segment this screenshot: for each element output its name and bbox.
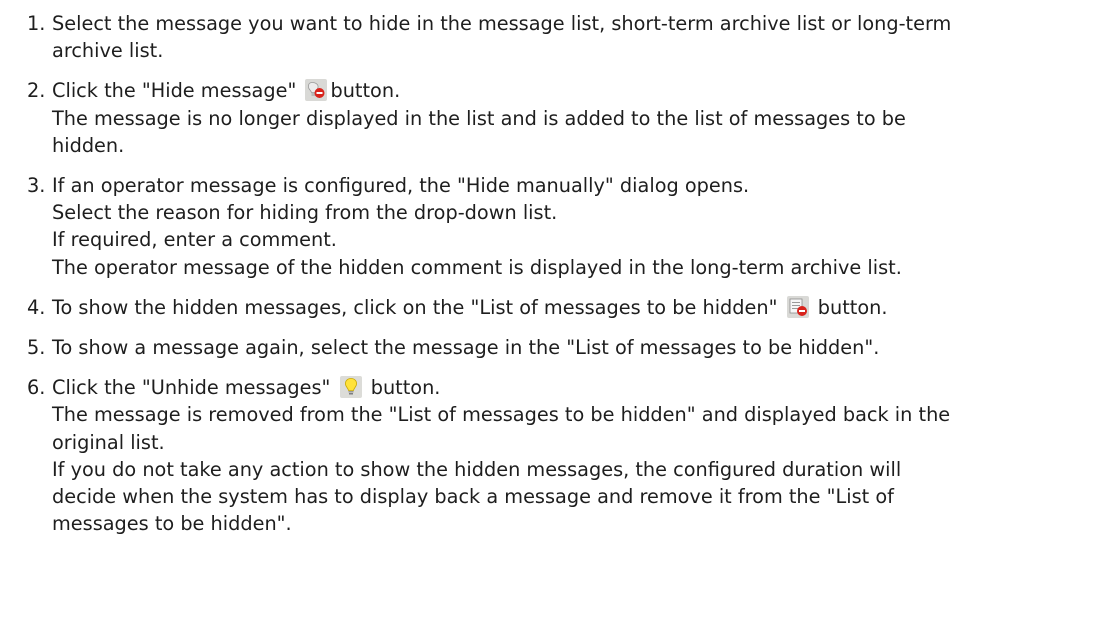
step-line: If you do not take any action to show th… (52, 457, 902, 481)
step-line: original list. (52, 430, 165, 454)
instruction-document: 1. Select the message you want to hide i… (0, 0, 1117, 537)
step-5: 5. To show a message again, select the m… (0, 334, 1117, 361)
step-number: 2. (27, 79, 46, 103)
step-6: 6. Click the "Unhide messages" button. T… (0, 374, 1117, 537)
step-line: archive list. (52, 39, 164, 63)
step-line: decide when the system has to display ba… (52, 485, 894, 509)
step-text-after-icon: button. (370, 376, 441, 400)
step-text-before-icon: Click the "Unhide messages" (52, 376, 331, 400)
step-line: Select the reason for hiding from the dr… (52, 201, 558, 225)
unhide-messages-icon (339, 376, 362, 399)
step-4: 4. To show the hidden messages, click on… (0, 294, 1117, 321)
step-text-after-icon: button. (817, 295, 888, 319)
step-line: To show the hidden messages, click on th… (52, 294, 1107, 321)
step-number: 1. (27, 12, 46, 35)
step-number: 3. (27, 174, 46, 198)
step-number: 5. (27, 336, 46, 360)
step-text: Click the "Unhide messages" button. The … (52, 374, 1117, 537)
step-number: 4. (27, 295, 46, 319)
step-line: hidden. (52, 133, 125, 157)
step-line: Click the "Unhide messages" button. (52, 374, 1107, 401)
step-line: To show a message again, select the mess… (52, 336, 880, 360)
step-text: To show the hidden messages, click on th… (52, 294, 1117, 321)
step-line: The operator message of the hidden comme… (52, 255, 902, 279)
step-line: messages to be hidden". (52, 512, 292, 536)
step-1: 1. Select the message you want to hide i… (0, 10, 1117, 64)
step-line: Select the message you want to hide in t… (52, 12, 952, 35)
step-text: Click the "Hide message" button. The mes… (52, 77, 1117, 159)
step-line: Click the "Hide message" button. (52, 77, 1107, 104)
step-text: If an operator message is configured, th… (52, 172, 1117, 281)
step-line: The message is no longer displayed in th… (52, 106, 906, 130)
step-2: 2. Click the "Hide message" button. The … (0, 77, 1117, 159)
step-text: To show a message again, select the mess… (52, 334, 1117, 361)
step-text-before-icon: To show the hidden messages, click on th… (52, 295, 778, 319)
step-text-before-icon: Click the "Hide message" (52, 79, 297, 103)
hide-message-icon (305, 79, 328, 102)
step-list: 1. Select the message you want to hide i… (0, 10, 1117, 537)
list-of-hidden-messages-icon (786, 295, 809, 318)
step-line: If required, enter a comment. (52, 228, 337, 252)
step-number: 6. (27, 376, 46, 400)
step-text-after-icon: button. (330, 79, 401, 103)
step-line: If an operator message is configured, th… (52, 174, 750, 198)
step-line: The message is removed from the "List of… (52, 403, 951, 427)
step-3: 3. If an operator message is configured,… (0, 172, 1117, 281)
step-text: Select the message you want to hide in t… (52, 10, 1117, 64)
